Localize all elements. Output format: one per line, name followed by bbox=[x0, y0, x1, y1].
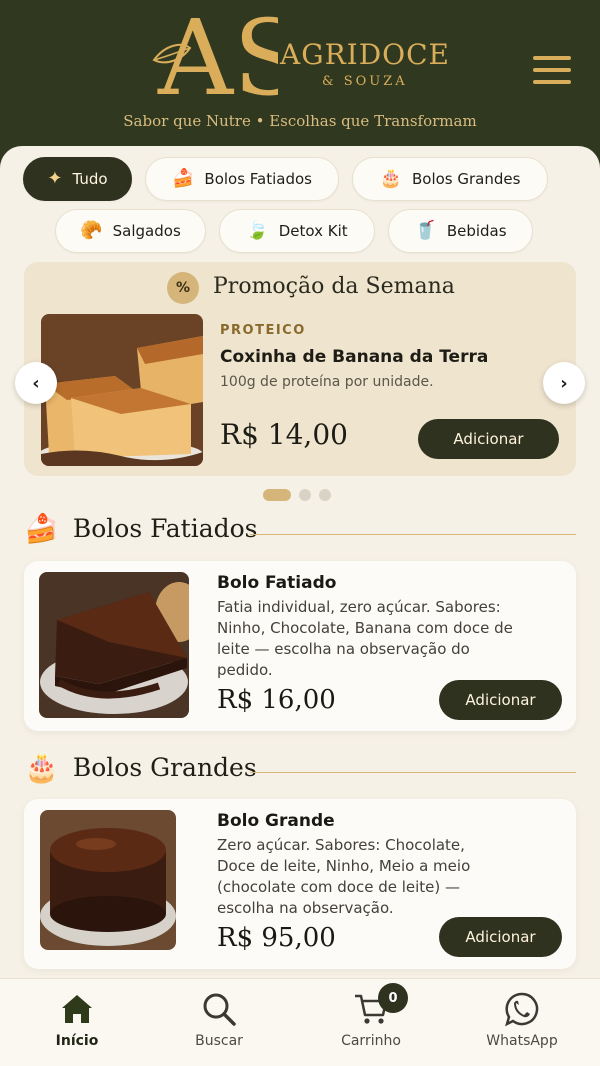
brand-name: AGRIDOCE bbox=[280, 38, 450, 71]
nav-label: WhatsApp bbox=[486, 1033, 558, 1049]
promo-product-name: Coxinha de Banana da Terra bbox=[220, 347, 489, 367]
section-divider bbox=[250, 534, 576, 535]
carousel-dot-1[interactable] bbox=[263, 489, 291, 501]
percent-badge-icon: % bbox=[167, 272, 199, 304]
product-name: Bolo Grande bbox=[217, 811, 335, 831]
sparkle-icon: ✦ bbox=[47, 168, 63, 189]
cake-slice-icon: 🍰 bbox=[171, 168, 195, 189]
cake-slice-icon: 🍰 bbox=[24, 511, 59, 545]
leaf-icon: 🍃 bbox=[246, 220, 269, 241]
category-chip-label: Bolos Fatiados bbox=[204, 170, 312, 188]
promo-product-image[interactable] bbox=[41, 314, 203, 466]
category-chip-label: Bolos Grandes bbox=[411, 170, 521, 188]
product-image[interactable] bbox=[39, 572, 189, 718]
add-button[interactable]: Adicionar bbox=[439, 680, 562, 720]
chevron-right-icon: › bbox=[560, 372, 568, 394]
home-icon bbox=[62, 995, 92, 1023]
chevron-left-icon: ‹ bbox=[32, 372, 40, 394]
bottom-navigation: Início Buscar Carrinho WhatsApp bbox=[0, 978, 600, 1066]
nav-carrinho[interactable]: Carrinho bbox=[296, 979, 446, 1066]
category-chip-label: Detox Kit bbox=[278, 222, 348, 240]
product-description: Zero açúcar. Sabores: Chocolate, Doce de… bbox=[217, 836, 471, 917]
brand-logo: AS bbox=[152, 2, 278, 112]
promo-card: % Promoção da Semana PROTEICO Coxinha de… bbox=[24, 262, 576, 476]
section-title: Bolos Grandes bbox=[72, 753, 257, 782]
cup-icon: 🥤 bbox=[414, 220, 437, 241]
svg-text:AS: AS bbox=[157, 2, 278, 112]
hamburger-menu-icon[interactable] bbox=[533, 56, 571, 88]
product-price: R$ 95,00 bbox=[217, 923, 336, 953]
product-name: Bolo Fatiado bbox=[217, 573, 337, 593]
product-price: R$ 16,00 bbox=[217, 685, 336, 715]
category-chip-bolos-fatiados[interactable]: 🍰 Bolos Fatiados bbox=[145, 157, 339, 201]
product-image[interactable] bbox=[40, 810, 176, 950]
category-chip-label: Salgados bbox=[112, 222, 181, 240]
search-icon bbox=[203, 993, 236, 1026]
croissant-icon: 🥐 bbox=[80, 220, 103, 241]
category-chip-label: Bebidas bbox=[446, 222, 507, 240]
nav-label: Carrinho bbox=[341, 1033, 401, 1049]
whatsapp-icon bbox=[505, 992, 539, 1027]
brand-subtitle: & SOUZA bbox=[322, 74, 408, 89]
carousel-dots bbox=[263, 489, 331, 501]
nav-buscar[interactable]: Buscar bbox=[144, 979, 294, 1066]
promo-price: R$ 14,00 bbox=[220, 418, 348, 451]
category-chip-salgados[interactable]: 🥐 Salgados bbox=[55, 209, 206, 253]
promo-category: PROTEICO bbox=[220, 323, 306, 338]
nav-inicio[interactable]: Início bbox=[2, 979, 152, 1066]
nav-label: Início bbox=[55, 1033, 99, 1049]
category-chip-bebidas[interactable]: 🥤 Bebidas bbox=[388, 209, 533, 253]
app-header: AS AGRIDOCE & SOUZA Sabor que Nutre • Es… bbox=[0, 0, 600, 170]
promo-add-button[interactable]: Adicionar bbox=[418, 419, 559, 459]
product-card-bolo-fatiado[interactable]: Bolo Fatiado Fatia individual, zero açúc… bbox=[24, 561, 576, 731]
category-chip-detox-kit[interactable]: 🍃 Detox Kit bbox=[219, 209, 375, 253]
add-button[interactable]: Adicionar bbox=[439, 917, 562, 957]
carousel-dot-3[interactable] bbox=[319, 489, 331, 501]
promo-title: Promoção da Semana bbox=[213, 274, 455, 299]
category-chip-label: Tudo bbox=[72, 170, 108, 188]
birthday-cake-icon: 🎂 bbox=[24, 750, 59, 784]
section-heading-bolos-grandes: 🎂 Bolos Grandes bbox=[24, 753, 257, 782]
product-card-bolo-grande[interactable]: Bolo Grande Zero açúcar. Sabores: Chocol… bbox=[24, 799, 576, 969]
section-title: Bolos Fatiados bbox=[72, 514, 258, 543]
nav-whatsapp[interactable]: WhatsApp bbox=[447, 979, 597, 1066]
section-heading-bolos-fatiados: 🍰 Bolos Fatiados bbox=[24, 514, 258, 543]
carousel-prev-button[interactable]: ‹ bbox=[15, 362, 57, 404]
category-chip-tudo[interactable]: ✦ Tudo bbox=[23, 157, 132, 201]
carousel-next-button[interactable]: › bbox=[543, 362, 585, 404]
section-divider bbox=[250, 772, 576, 773]
cart-count-badge: 0 bbox=[378, 983, 408, 1013]
category-chip-bolos-grandes[interactable]: 🎂 Bolos Grandes bbox=[352, 157, 548, 201]
nav-label: Buscar bbox=[195, 1033, 243, 1049]
promo-product-description: 100g de proteína por unidade. bbox=[220, 374, 434, 390]
product-description: Fatia individual, zero açúcar. Sabores: … bbox=[217, 598, 513, 679]
carousel-dot-2[interactable] bbox=[299, 489, 311, 501]
tagline: Sabor que Nutre • Escolhas que Transform… bbox=[123, 112, 477, 130]
birthday-cake-icon: 🎂 bbox=[379, 168, 402, 189]
